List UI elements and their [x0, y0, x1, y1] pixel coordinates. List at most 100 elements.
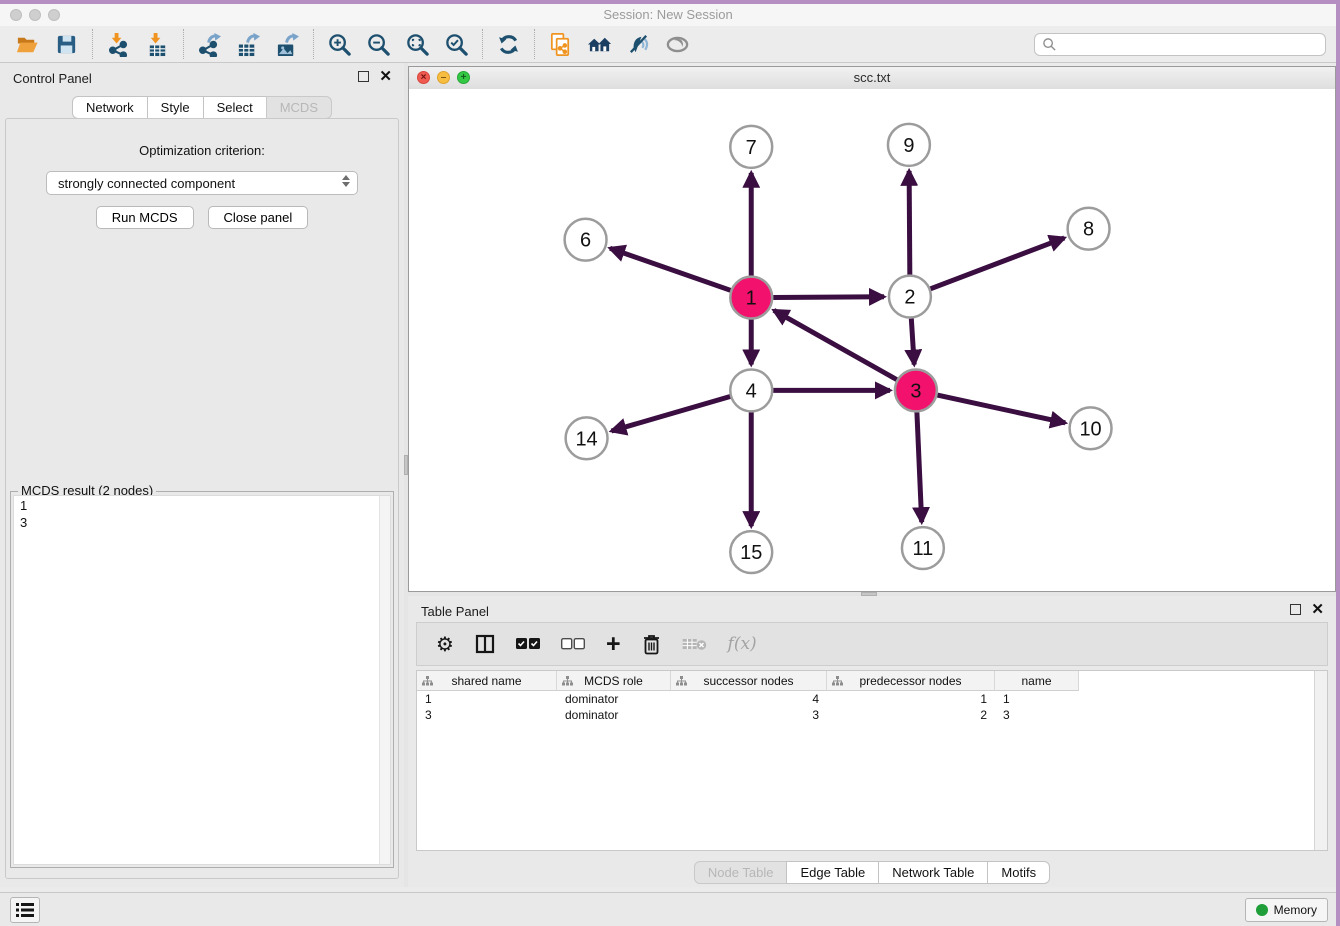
- table-tabs: Node TableEdge TableNetwork TableMotifs: [408, 861, 1336, 884]
- table-scrollbar[interactable]: [1314, 671, 1327, 850]
- network-maximize-button[interactable]: +: [457, 71, 470, 84]
- criterion-select[interactable]: strongly connected component: [46, 171, 358, 195]
- column-header-name[interactable]: name: [995, 671, 1079, 691]
- node-9[interactable]: 9: [888, 124, 930, 166]
- node-3[interactable]: 3: [895, 369, 937, 411]
- node-14[interactable]: 14: [566, 417, 608, 459]
- column-header-predecessor-nodes[interactable]: predecessor nodes: [827, 671, 995, 691]
- zoom-selected-button[interactable]: [441, 30, 471, 58]
- result-scrollbar[interactable]: [379, 496, 390, 864]
- column-header-MCDS-role[interactable]: MCDS role: [557, 671, 671, 691]
- edge-2-9[interactable]: [909, 171, 910, 275]
- table-cell[interactable]: dominator: [557, 707, 671, 723]
- hide-graphics-details-button[interactable]: [623, 30, 653, 58]
- network-canvas[interactable]: 1 2 3 4 6 7 8 9 10 11 14 15: [409, 89, 1335, 591]
- tab-motifs[interactable]: Motifs: [987, 861, 1050, 884]
- zoom-selected-icon: [444, 32, 469, 57]
- minimize-window-button[interactable]: [29, 9, 41, 21]
- delete-table-button[interactable]: [682, 631, 707, 657]
- tab-select[interactable]: Select: [203, 96, 267, 119]
- function-builder-button[interactable]: f(x): [728, 631, 757, 657]
- checked-boxes-icon: [516, 638, 540, 650]
- edge-2-8[interactable]: [930, 238, 1064, 289]
- table-row[interactable]: 3dominator323: [417, 707, 1327, 723]
- tab-node-table[interactable]: Node Table: [694, 861, 788, 884]
- float-panel-icon[interactable]: [1290, 604, 1301, 615]
- node-6[interactable]: 6: [565, 219, 607, 261]
- table-cell[interactable]: dominator: [557, 691, 671, 707]
- tab-edge-table[interactable]: Edge Table: [786, 861, 879, 884]
- show-columns-button[interactable]: [475, 631, 495, 657]
- node-1[interactable]: 1: [730, 277, 772, 319]
- zoom-in-button[interactable]: [324, 30, 354, 58]
- save-session-button[interactable]: [51, 30, 81, 58]
- clone-network-button[interactable]: [545, 30, 575, 58]
- node-7[interactable]: 7: [730, 126, 772, 168]
- task-history-button[interactable]: [10, 897, 40, 923]
- edge-1-2[interactable]: [773, 297, 884, 298]
- node-10[interactable]: 10: [1070, 407, 1112, 449]
- add-row-button[interactable]: +: [606, 631, 621, 657]
- edge-3-1[interactable]: [774, 310, 897, 379]
- select-all-checkboxes-button[interactable]: [516, 631, 540, 657]
- delete-row-button[interactable]: [642, 631, 661, 657]
- apply-layout-button[interactable]: [493, 30, 523, 58]
- network-close-button[interactable]: ×: [417, 71, 430, 84]
- table-row[interactable]: 1dominator411: [417, 691, 1327, 707]
- export-network-button[interactable]: [194, 30, 224, 58]
- node-label: 4: [746, 380, 757, 402]
- show-all-networks-button[interactable]: [584, 30, 614, 58]
- tab-mcds[interactable]: MCDS: [266, 96, 332, 119]
- tab-network-table[interactable]: Network Table: [878, 861, 988, 884]
- clear-all-checkboxes-button[interactable]: [561, 631, 585, 657]
- table-cell[interactable]: 1: [417, 691, 557, 707]
- node-8[interactable]: 8: [1068, 208, 1110, 250]
- gear-icon: ⚙: [436, 632, 454, 656]
- tab-network[interactable]: Network: [72, 96, 148, 119]
- node-label: 8: [1083, 219, 1094, 241]
- close-window-button[interactable]: [10, 9, 22, 21]
- column-header-shared-name[interactable]: shared name: [417, 671, 557, 691]
- import-network-button[interactable]: [103, 30, 133, 58]
- search-box[interactable]: [1034, 33, 1326, 56]
- toggle-graphics-details-button[interactable]: [662, 30, 692, 58]
- table-cell[interactable]: 3: [995, 707, 1079, 723]
- close-panel-icon[interactable]: ✕: [1311, 604, 1324, 615]
- edge-4-14[interactable]: [612, 396, 731, 431]
- table-cell[interactable]: 1: [827, 691, 995, 707]
- table-cell[interactable]: 4: [671, 691, 827, 707]
- zoom-fit-button[interactable]: [402, 30, 432, 58]
- edge-2-3[interactable]: [911, 319, 914, 365]
- mcds-result-area[interactable]: 13: [13, 495, 391, 865]
- edge-1-6[interactable]: [610, 248, 730, 290]
- tab-style[interactable]: Style: [147, 96, 204, 119]
- network-minimize-button[interactable]: –: [437, 71, 450, 84]
- table-cell[interactable]: 2: [827, 707, 995, 723]
- run-mcds-button[interactable]: Run MCDS: [96, 206, 194, 229]
- close-panel-button[interactable]: Close panel: [208, 206, 309, 229]
- network-graph[interactable]: 1 2 3 4 6 7 8 9 10 11 14 15: [409, 89, 1335, 591]
- column-header-successor-nodes[interactable]: successor nodes: [671, 671, 827, 691]
- node-11[interactable]: 11: [902, 527, 944, 569]
- node-15[interactable]: 15: [730, 531, 772, 573]
- node-4[interactable]: 4: [730, 369, 772, 411]
- table-cell[interactable]: 3: [417, 707, 557, 723]
- edge-3-10[interactable]: [937, 395, 1065, 423]
- zoom-out-button[interactable]: [363, 30, 393, 58]
- open-file-button[interactable]: [12, 30, 42, 58]
- float-panel-icon[interactable]: [358, 71, 369, 82]
- export-image-button[interactable]: [272, 30, 302, 58]
- network-window-titlebar[interactable]: × – + scc.txt: [409, 67, 1335, 90]
- table-cell[interactable]: 1: [995, 691, 1079, 707]
- import-table-button[interactable]: [142, 30, 172, 58]
- toolbar-separator: [534, 29, 536, 59]
- table-options-button[interactable]: ⚙: [436, 631, 454, 657]
- table-cell[interactable]: 3: [671, 707, 827, 723]
- node-2[interactable]: 2: [889, 276, 931, 318]
- zoom-window-button[interactable]: [48, 9, 60, 21]
- search-input[interactable]: [1062, 36, 1325, 53]
- export-table-button[interactable]: [233, 30, 263, 58]
- close-panel-icon[interactable]: ✕: [379, 71, 392, 82]
- memory-button[interactable]: Memory: [1245, 898, 1328, 922]
- edge-3-11[interactable]: [917, 412, 922, 522]
